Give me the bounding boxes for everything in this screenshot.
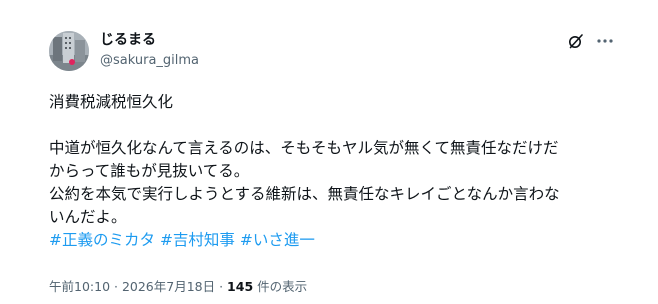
author-display-name[interactable]: じるまる — [100, 31, 156, 49]
body-line: 中道が恒久化なんて言えるのは、そもそもヤル気が無くて無責任なだけだ — [49, 139, 559, 157]
body-line: いんだよ。 — [49, 208, 127, 226]
meta-separator: · — [215, 279, 228, 294]
grok-icon[interactable] — [568, 33, 584, 49]
tweet-meta: 午前10:10 · 2026年7月18日 · 145 件の表示 — [49, 278, 307, 295]
hashtag-link[interactable]: #いさ進一 — [240, 231, 315, 249]
more-icon[interactable] — [596, 33, 614, 49]
views-label: 件の表示 — [253, 279, 308, 294]
body-line: 公約を本気で実行しようとする維新は、無責任なキレイごとなんか言わな — [49, 185, 560, 203]
avatar[interactable] — [49, 31, 89, 71]
views-count[interactable]: 145 — [227, 279, 253, 294]
timestamp-link[interactable]: 午前10:10 · 2026年7月18日 — [49, 279, 215, 294]
hashtag-link[interactable]: #吉村知事 — [160, 231, 235, 249]
tweet-card: じるまる @sakura_gilma 消費税減税恒久化 中道が恒久化なんて言える… — [0, 0, 658, 304]
hashtag-link[interactable]: #正義のミカタ — [49, 231, 155, 249]
body-line: からって誰もが見抜いてる。 — [49, 162, 250, 180]
tweet-body: 消費税減税恒久化 中道が恒久化なんて言えるのは、そもそもヤル気が無くて無責任なだ… — [49, 91, 619, 252]
hashtag-list: #正義のミカタ #吉村知事 #いさ進一 — [49, 229, 619, 252]
body-line: 消費税減税恒久化 — [49, 93, 174, 111]
author-handle[interactable]: @sakura_gilma — [100, 52, 199, 69]
